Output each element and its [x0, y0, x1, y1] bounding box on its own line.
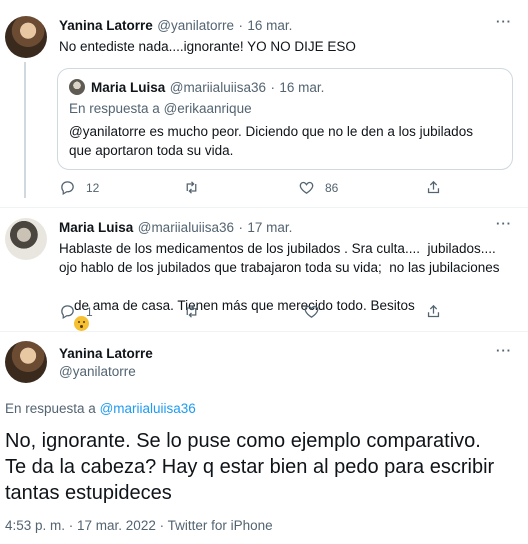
tweet-timestamp[interactable]: 4:53 p. m. · 17 mar. 2022 · Twitter for … [5, 518, 273, 533]
tweet-date[interactable]: 16 mar. [247, 18, 292, 33]
tweet-text-line: Hablaste de los medicamentos de los jubi… [59, 241, 496, 256]
tweet-text-line: ojo hablo de los jubilados que trabajaro… [59, 260, 500, 275]
reply-icon [61, 181, 74, 196]
thread-line [24, 62, 26, 198]
separator: · [270, 80, 275, 95]
share-button[interactable] [425, 179, 442, 196]
author-name[interactable]: Yanina Latorre [59, 18, 153, 33]
separator: · [238, 220, 243, 235]
tweet-text-line: No, ignorante. Se lo puse como ejemplo c… [5, 430, 481, 452]
more-icon[interactable]: ··· [496, 343, 512, 358]
reply-to-handle[interactable]: @mariialuiisa36 [100, 401, 196, 416]
reply-icon [61, 305, 74, 320]
tweet-text-line: tantas estupideces [5, 482, 172, 504]
like-count: 86 [325, 180, 339, 195]
like-button[interactable]: 86 [298, 179, 338, 196]
divider [0, 331, 528, 332]
reply-prefix: En respuesta a [69, 101, 160, 116]
reply-prefix: En respuesta a [5, 401, 96, 416]
avatar-yanina[interactable] [5, 341, 47, 383]
retweet-button[interactable] [183, 179, 200, 196]
author-name[interactable]: Yanina Latorre [59, 346, 153, 361]
author-handle[interactable]: @yanilatorre [157, 18, 234, 33]
like-button[interactable] [303, 303, 320, 320]
reply-button[interactable]: 12 [59, 179, 99, 196]
tweet-text: No entediste nada....ignorante! YO NO DI… [59, 39, 356, 54]
share-icon [427, 180, 440, 194]
author-name[interactable]: Maria Luisa [59, 220, 133, 235]
quote-date: 16 mar. [279, 80, 325, 95]
separator: · [238, 18, 243, 33]
share-icon [427, 304, 440, 318]
author-handle[interactable]: @mariialuiisa36 [138, 220, 234, 235]
more-icon[interactable]: ··· [496, 14, 512, 29]
avatar-maria[interactable] [5, 218, 47, 260]
tweet-text-line: de ama de casa. Tienen más que merecido … [74, 298, 415, 313]
tweet-date[interactable]: 17 mar. [247, 220, 292, 235]
retweet-button[interactable] [183, 303, 200, 320]
tweet-text-line: Te da la cabeza? Hay q estar bien al ped… [5, 456, 495, 478]
retweet-icon [186, 305, 197, 318]
avatar-maria-small [69, 79, 85, 95]
like-icon [304, 305, 319, 318]
reply-button[interactable]: 1 [59, 303, 93, 320]
avatar-yanina[interactable] [5, 16, 47, 58]
share-button[interactable] [425, 303, 442, 320]
retweet-icon [186, 181, 197, 194]
quote-text: @yanilatorre es mucho peor. Diciendo que… [69, 124, 473, 158]
quote-author-name: Maria Luisa [91, 80, 166, 95]
quote-author-handle: @mariialuiisa36 [169, 80, 266, 95]
quoted-tweet[interactable]: Maria Luisa @mariialuiisa36 · 16 mar. En… [57, 68, 513, 170]
reply-count: 12 [86, 180, 100, 195]
more-icon[interactable]: ··· [496, 216, 512, 231]
reply-to-handle[interactable]: @erikaanrique [164, 101, 252, 116]
divider [0, 207, 528, 208]
reply-count: 1 [86, 304, 93, 319]
like-icon [299, 181, 314, 194]
author-handle[interactable]: @yanilatorre [59, 364, 136, 379]
